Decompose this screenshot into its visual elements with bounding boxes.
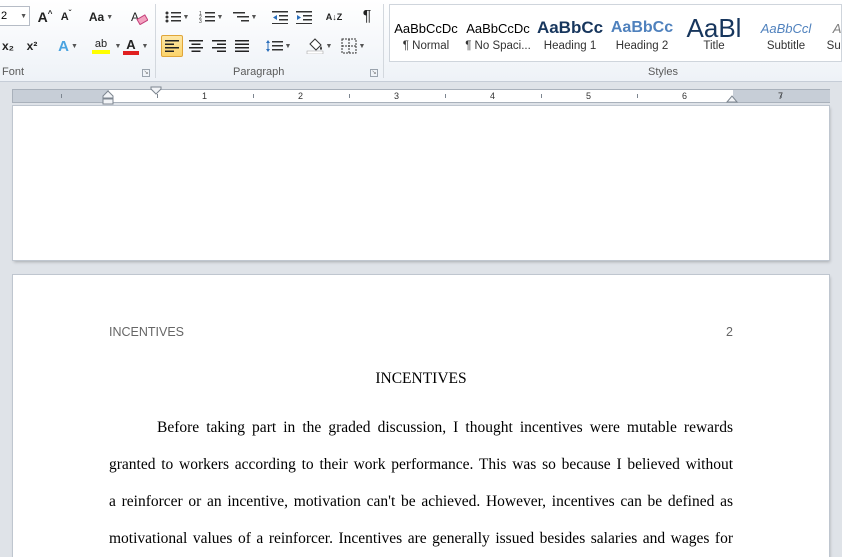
bullets-icon	[165, 11, 181, 23]
font-size-input[interactable]: 2 ▼	[0, 6, 30, 26]
align-right-button[interactable]	[208, 35, 230, 57]
paragraph-group-label: Paragraph	[233, 66, 285, 78]
borders-icon	[341, 38, 357, 54]
align-center-icon	[189, 40, 203, 52]
svg-text:3: 3	[199, 19, 202, 24]
font-size-value: 2	[1, 10, 8, 22]
first-line-indent-marker[interactable]	[150, 86, 162, 96]
style-heading-2[interactable]: AaBbCc Heading 2	[606, 5, 678, 61]
style-heading-1[interactable]: AaBbCc Heading 1	[534, 5, 606, 61]
document-title: INCENTIVES	[375, 370, 467, 387]
page-number: 2	[726, 325, 733, 339]
superscript-button[interactable]: x²	[22, 35, 42, 57]
font-group-label: Font	[2, 66, 25, 78]
align-center-button[interactable]	[185, 35, 207, 57]
sort-icon: A↓Z	[325, 12, 343, 22]
document-page-1[interactable]	[13, 106, 829, 260]
numbering-icon: 1 2 3	[199, 11, 215, 24]
ribbon: 2 ▼ A ^ Aˇ Aa ▼ A x₂ x² A ▼ ab ▼ A ▼ Font ↘	[0, 0, 842, 82]
decrease-indent-button[interactable]	[269, 6, 291, 28]
horizontal-ruler[interactable]: 1 2 3 4 5 6 7	[0, 84, 842, 108]
align-left-icon	[165, 40, 179, 52]
font-color-dropdown[interactable]: ▼	[139, 35, 149, 57]
decrease-indent-icon	[272, 11, 288, 24]
align-right-icon	[212, 40, 226, 52]
multilevel-list-button[interactable]: ▼	[231, 6, 259, 28]
body-line: a reinforcer or an incentive, motivation…	[109, 493, 733, 510]
numbering-button[interactable]: 1 2 3 ▼	[197, 6, 225, 28]
styles-gallery: AaBbCcDc ¶ Normal AaBbCcDc ¶ No Spaci...…	[389, 4, 842, 62]
increase-indent-button[interactable]	[293, 6, 315, 28]
chevron-down-icon: ▼	[20, 12, 27, 20]
shrink-font-button[interactable]: Aˇ	[56, 6, 76, 28]
body-line: granted to workers according to their wo…	[109, 456, 733, 473]
subscript-button[interactable]: x₂	[0, 35, 18, 57]
document-page-2[interactable]: INCENTIVES 2 INCENTIVES Before taking pa…	[13, 275, 829, 557]
ruler-number: 7	[778, 91, 784, 101]
multilevel-list-icon	[232, 12, 249, 22]
style-subtitle[interactable]: AaBbCcl Subtitle	[750, 5, 822, 61]
shading-button[interactable]: ▼	[304, 35, 334, 57]
highlight-color-swatch	[92, 50, 110, 54]
font-dialog-launcher[interactable]: ↘	[142, 69, 150, 77]
running-head: INCENTIVES	[109, 325, 185, 339]
increase-indent-icon	[296, 11, 312, 24]
caret-down-icon: ˇ	[68, 8, 72, 18]
ruler-number: 6	[682, 91, 688, 101]
bullets-button[interactable]: ▼	[163, 6, 191, 28]
style-normal[interactable]: AaBbCcDc ¶ Normal	[390, 5, 462, 61]
left-indent-marker[interactable]	[102, 86, 114, 108]
show-formatting-marks-button[interactable]: ¶	[356, 6, 378, 28]
paint-bucket-icon	[306, 38, 323, 54]
ruler-bar: 1 2 3 4 5 6 7	[12, 89, 830, 103]
font-color-button[interactable]: A	[121, 35, 141, 57]
justify-icon	[235, 40, 249, 52]
sort-button[interactable]: A↓Z	[322, 6, 346, 28]
ruler-number: 4	[490, 91, 496, 101]
ruler-number: 5	[586, 91, 592, 101]
style-subtle-emphasis[interactable]: AaBbCcl Subtle Em...	[822, 5, 841, 61]
body-line: motivational values of a reinforcer. Inc…	[109, 530, 733, 547]
borders-button[interactable]: ▼	[338, 35, 368, 57]
style-title[interactable]: AaBl Title	[678, 5, 750, 61]
line-spacing-button[interactable]: ▼	[263, 35, 293, 57]
paragraph-dialog-launcher[interactable]: ↘	[370, 69, 378, 77]
line-spacing-icon	[265, 40, 283, 52]
clear-formatting-icon: A	[131, 10, 148, 25]
font-color-swatch	[123, 50, 139, 55]
right-indent-marker[interactable]	[726, 92, 738, 104]
clear-formatting-button[interactable]: A	[128, 6, 150, 28]
align-left-button[interactable]	[161, 35, 183, 57]
style-no-spacing[interactable]: AaBbCcDc ¶ No Spaci...	[462, 5, 534, 61]
change-case-button[interactable]: Aa ▼	[87, 6, 115, 28]
ruler-number: 2	[298, 91, 304, 101]
justify-button[interactable]	[231, 35, 253, 57]
pilcrow-icon: ¶	[362, 8, 372, 25]
ruler-number: 3	[394, 91, 400, 101]
styles-group-label: Styles	[648, 66, 678, 78]
body-line: Before taking part in the graded discuss…	[157, 419, 733, 436]
grow-font-button[interactable]: A ^	[34, 6, 56, 28]
svg-text:A: A	[131, 10, 139, 24]
ruler-number: 1	[202, 91, 208, 101]
group-divider	[383, 4, 384, 78]
text-effects-button[interactable]: A ▼	[54, 35, 82, 57]
caret-up-icon: ^	[47, 8, 53, 18]
group-divider	[155, 4, 156, 78]
